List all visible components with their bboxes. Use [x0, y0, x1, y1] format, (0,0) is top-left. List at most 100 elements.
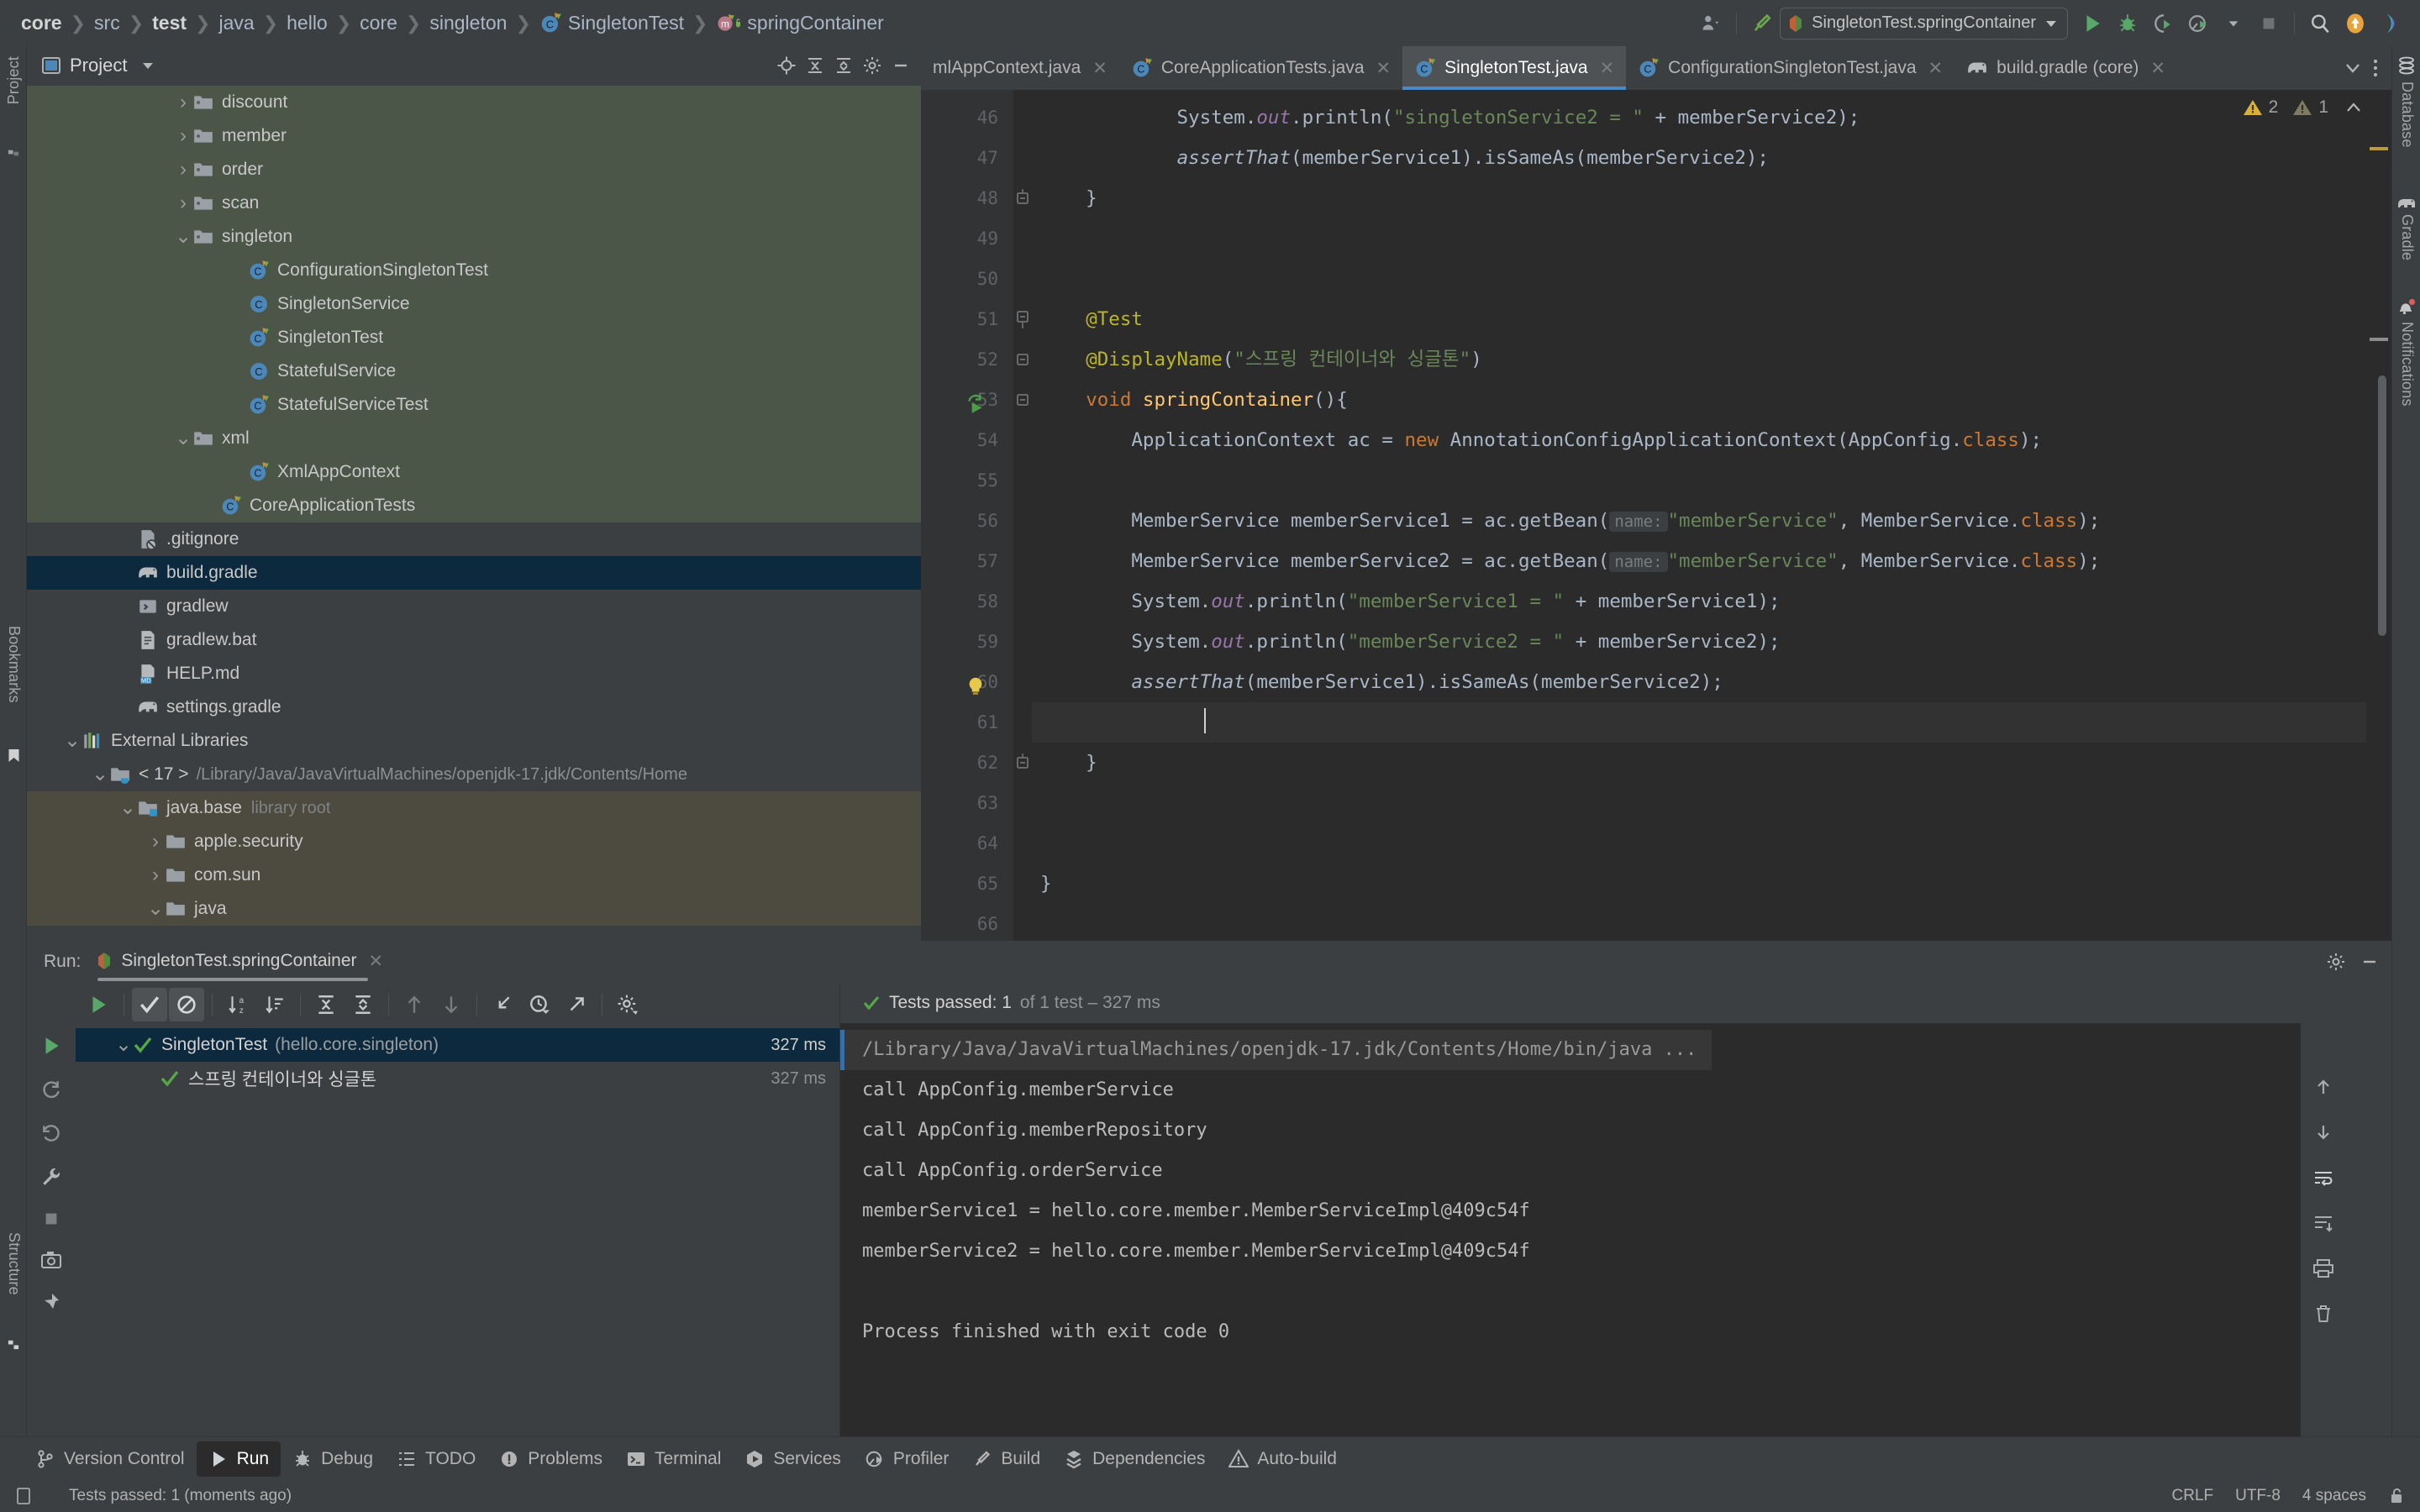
bookmark-icon[interactable]	[8, 748, 20, 767]
code-line[interactable]: @DisplayName("스프링 컨테이너와 싱글톤")	[1032, 339, 2391, 380]
tree-node-scan[interactable]: › scan	[27, 186, 921, 220]
import-tests-button[interactable]	[485, 988, 520, 1021]
line-separator-indicator[interactable]: CRLF	[2172, 1487, 2214, 1505]
use-console-filter-icon[interactable]	[2312, 1213, 2334, 1233]
gradle-elephant-icon[interactable]	[2396, 196, 2417, 215]
soft-wrap-icon[interactable]	[2312, 1168, 2334, 1188]
code-line[interactable]	[1032, 904, 2391, 941]
tree-node-configurationsingletontest[interactable]: C ConfigurationSingletonTest	[27, 254, 921, 287]
chevron-up-icon[interactable]	[2344, 100, 2363, 115]
code-line[interactable]	[1032, 259, 2391, 299]
code-line[interactable]	[1032, 460, 2391, 501]
editor-body[interactable]: 46 47 48 49 50 51 52 53 54 55 56 57 58 59 60 61 62 63 64 65…	[921, 90, 2391, 941]
stop-icon[interactable]	[42, 1210, 60, 1228]
chevron-down-icon[interactable]: ⌄	[118, 798, 137, 818]
chevron-down-icon[interactable]: ⌄	[174, 428, 192, 449]
chevron-right-icon[interactable]: ›	[146, 864, 165, 887]
code-line[interactable]	[1032, 783, 2391, 823]
tool-window-profiler[interactable]: Profiler	[853, 1441, 961, 1477]
code-line[interactable]: System.out.println("memberService1 = " +…	[1032, 581, 2391, 622]
breadcrumb-item-src[interactable]: src	[92, 12, 123, 34]
tool-window-services[interactable]: Services	[733, 1441, 853, 1477]
tool-window-terminal[interactable]: Terminal	[614, 1441, 733, 1477]
tool-window-auto-build[interactable]: Auto-build	[1217, 1441, 1349, 1477]
fold-region-end-icon[interactable]	[1013, 178, 1032, 218]
tree-node-help-md[interactable]: MD HELP.md	[27, 657, 921, 690]
tree-node-statefulservicetest[interactable]: C StatefulServiceTest	[27, 388, 921, 422]
test-result-row[interactable]: ⌄ SingletonTest (hello.core.singleton) 327 …	[76, 1028, 839, 1062]
chevron-down-icon[interactable]	[2343, 59, 2363, 77]
rerun-failed-icon[interactable]	[40, 1079, 62, 1100]
tool-window-build[interactable]: Build	[960, 1441, 1052, 1477]
code-line[interactable]: }	[1032, 178, 2391, 218]
collapse-all-button[interactable]	[345, 988, 381, 1021]
chevron-down-icon[interactable]: ⌄	[146, 899, 165, 919]
tree-node-statefulservice[interactable]: C StatefulService	[27, 354, 921, 388]
chevron-down-icon[interactable]	[2216, 7, 2251, 40]
inspections-widget[interactable]: 2 1	[2243, 97, 2363, 118]
breadcrumb-item-singletontest[interactable]: C SingletonTest	[537, 12, 687, 34]
rerun-button[interactable]	[81, 988, 116, 1021]
collapse-all-icon[interactable]	[834, 55, 854, 76]
tree-node--gitignore[interactable]: .gitignore	[27, 522, 921, 556]
sidebar-item-database[interactable]: Database	[2398, 81, 2416, 148]
chevron-right-icon[interactable]: ›	[174, 91, 192, 114]
breadcrumb-item-core[interactable]: core	[357, 12, 400, 34]
notifications-bell-icon[interactable]	[2396, 298, 2417, 321]
tree-node-java[interactable]: ⌄ java	[27, 892, 921, 926]
code-line[interactable]: ApplicationContext ac = new AnnotationCo…	[1032, 420, 2391, 460]
update-available-icon[interactable]	[2338, 7, 2373, 40]
editor-scrollbar-track[interactable]	[2366, 90, 2391, 941]
unlocked-icon[interactable]	[2388, 1487, 2405, 1505]
expand-all-button[interactable]	[308, 988, 344, 1021]
chevron-down-icon[interactable]: ⌄	[63, 731, 82, 751]
tree-node-singletontest[interactable]: C SingletonTest	[27, 321, 921, 354]
code-line[interactable]: void springContainer(){	[1032, 380, 2391, 420]
close-icon[interactable]: ✕	[369, 951, 384, 972]
chevron-down-icon[interactable]	[140, 58, 155, 73]
tree-node-discount[interactable]: › discount	[27, 86, 921, 119]
editor-scrollbar-thumb[interactable]	[2378, 375, 2386, 636]
scroll-to-bottom-icon[interactable]	[2313, 1122, 2333, 1142]
code-line[interactable]: MemberService memberService1 = ac.getBea…	[1032, 501, 2391, 541]
wrench-icon[interactable]	[40, 1166, 62, 1188]
chevron-right-icon[interactable]: ›	[174, 124, 192, 148]
code-line[interactable]: assertThat(memberService1).isSameAs(memb…	[1032, 662, 2391, 702]
code-line[interactable]: }	[1032, 743, 2391, 783]
chevron-down-icon[interactable]: ⌄	[91, 764, 109, 785]
tool-window-run[interactable]: Run	[196, 1441, 281, 1477]
sidebar-item-gradle[interactable]: Gradle	[2398, 214, 2416, 260]
breadcrumb[interactable]: core ❯ src ❯ test ❯ java ❯ hello ❯ core ❯ singleton ❯…	[0, 0, 886, 46]
fold-region-end-icon[interactable]	[1013, 743, 1032, 783]
run-with-coverage-icon[interactable]	[2145, 7, 2181, 40]
hide-icon[interactable]	[891, 55, 911, 76]
chevron-right-icon[interactable]: ›	[174, 192, 192, 215]
code-line[interactable]: MemberService memberService2 = ac.getBea…	[1032, 541, 2391, 581]
breadcrumb-item-java[interactable]: java	[216, 12, 256, 34]
close-icon[interactable]: ✕	[1092, 58, 1107, 79]
tool-window-todo[interactable]: TODO	[385, 1441, 487, 1477]
console-output[interactable]: /Library/Java/JavaVirtualMachines/openjd…	[840, 1023, 2346, 1436]
status-message-area[interactable]: Tests passed: 1 (moments ago)	[15, 1487, 292, 1505]
tool-window-debug[interactable]: Debug	[281, 1441, 385, 1477]
breadcrumb-item-core[interactable]: core	[18, 12, 65, 34]
rerun-tests-icon[interactable]	[40, 1035, 62, 1057]
code-line[interactable]: assertThat(memberService1).isSameAs(memb…	[1032, 138, 2391, 178]
tab-build-gradle-core-[interactable]: build.gradle (core) ✕	[1954, 46, 2177, 90]
hide-icon[interactable]	[2360, 952, 2380, 972]
run-configuration-selector[interactable]: SingletonTest.springContainer	[1780, 7, 2068, 39]
editor-fold-strip[interactable]	[1013, 90, 1032, 941]
account-icon[interactable]	[1693, 7, 1728, 40]
editor-tabs[interactable]: mlAppContext.java ✕ C CoreApplicationTests.…	[921, 46, 2391, 90]
sort-by-duration-button[interactable]	[257, 988, 292, 1021]
debug-icon[interactable]	[2110, 7, 2145, 40]
run-tab[interactable]: SingletonTest.springContainer ✕	[96, 951, 384, 981]
prev-failed-button[interactable]	[397, 988, 432, 1021]
code-line[interactable]: System.out.println("singletonService2 = …	[1032, 97, 2391, 138]
tree-node-com-sun[interactable]: › com.sun	[27, 858, 921, 892]
sidebar-item-bookmarks[interactable]: Bookmarks	[5, 626, 23, 703]
build-hammer-icon[interactable]	[1744, 7, 1780, 40]
settings-gear-icon[interactable]	[2326, 952, 2346, 972]
chevron-down-icon[interactable]: ⌄	[114, 1035, 133, 1055]
code-line[interactable]: }	[1032, 864, 2391, 904]
